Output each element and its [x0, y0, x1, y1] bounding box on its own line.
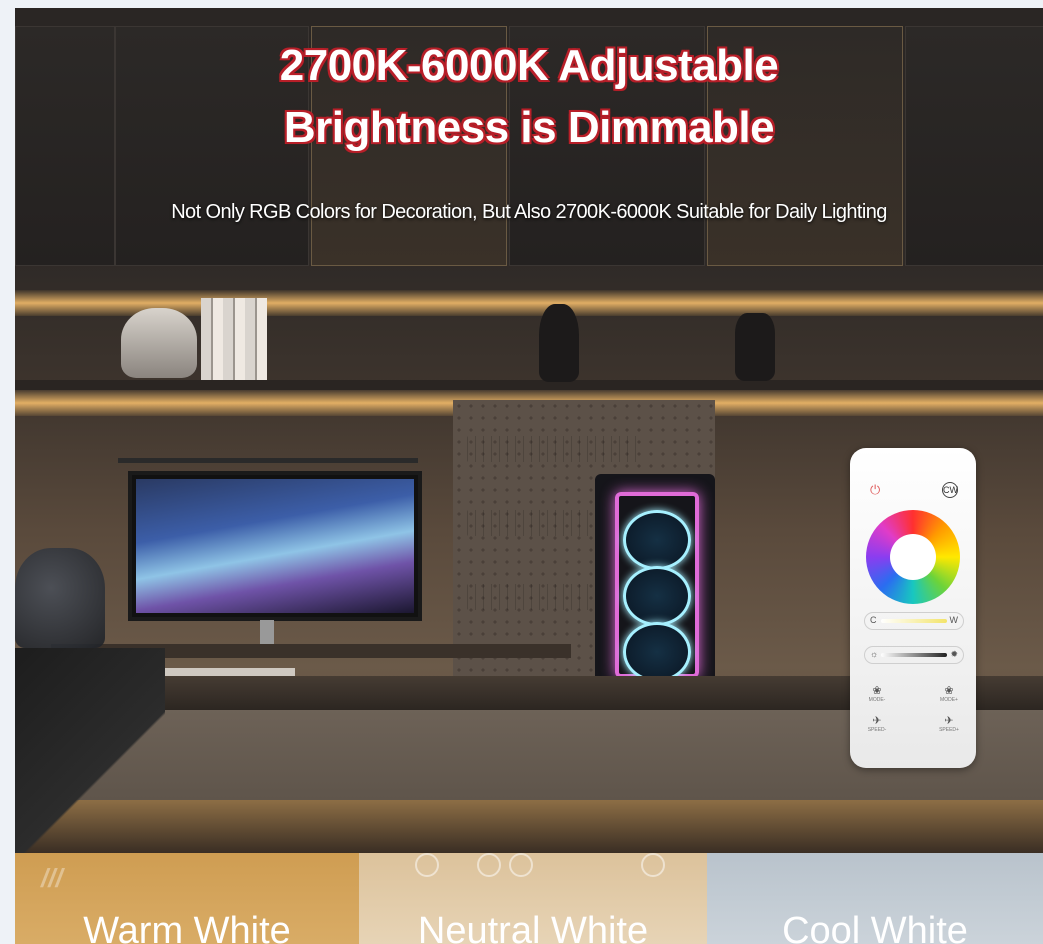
- fan-icon: [623, 566, 691, 626]
- bulb-icon: [477, 853, 501, 877]
- monitor-light-bar: [118, 458, 418, 463]
- brightness-slider: ☼ ✹: [864, 646, 964, 664]
- office-chair: [15, 648, 165, 853]
- speed-minus-button: ✈ SPEED-: [867, 715, 887, 733]
- keyboard-display: [467, 436, 643, 462]
- slider-label-c: C: [870, 615, 877, 625]
- neutral-white-label: Neutral White: [417, 910, 649, 944]
- headline-line1: 2700K-6000K Adjustable: [279, 41, 779, 90]
- color-wheel: [866, 510, 960, 604]
- light-rays-icon: ///: [41, 863, 63, 893]
- fan-icon: [623, 622, 691, 682]
- slider-label-w: W: [949, 615, 959, 625]
- mode-minus-button: ❀ MODE-: [868, 685, 886, 703]
- helmet-figurine: [121, 308, 197, 378]
- remote-control: ⏻ CW C W ☼ ✹ ❀ MODE- ❀ MODE+ ✈ SPEED- ✈ SPEE…: [850, 448, 976, 768]
- bulb-icon: [641, 853, 665, 877]
- floor-glow: [15, 800, 1043, 853]
- power-icon: ⏻: [870, 482, 881, 497]
- books: [201, 298, 267, 380]
- product-image: ⏻ CW C W ☼ ✹ ❀ MODE- ❀ MODE+ ✈ SPEED- ✈ SPEE…: [15, 8, 1043, 944]
- slider-track: [881, 619, 947, 623]
- room-scene: ⏻ CW C W ☼ ✹ ❀ MODE- ❀ MODE+ ✈ SPEED- ✈ SPEE…: [15, 8, 1043, 853]
- warm-white-panel: /// Warm White: [15, 853, 359, 944]
- cool-white-label: Cool White: [782, 910, 968, 944]
- monitor-screen: [136, 479, 414, 613]
- wall-shelf: [15, 380, 1043, 390]
- monitor: [128, 471, 422, 621]
- mode-plus-button: ❀ MODE+: [940, 685, 958, 703]
- fan-icon: [623, 510, 691, 570]
- speaker: [15, 548, 105, 648]
- neutral-white-panel: Neutral White: [359, 853, 707, 944]
- warm-white-label: Warm White: [83, 910, 291, 944]
- color-temp-slider: C W: [864, 612, 964, 630]
- pc-case: [595, 474, 715, 686]
- slider-track: [881, 653, 947, 657]
- bulb-icon: [509, 853, 533, 877]
- color-temperature-strip: /// Warm White Neutral White Cool White: [15, 853, 1043, 944]
- figurine: [735, 313, 775, 381]
- bulb-icon: [415, 853, 439, 877]
- cw-button: CW: [942, 482, 958, 498]
- headline-line2: Brightness is Dimmable: [283, 103, 775, 152]
- cool-white-panel: Cool White: [707, 853, 1043, 944]
- speed-plus-button: ✈ SPEED+: [939, 715, 959, 733]
- dim-icon: ☼: [870, 649, 879, 659]
- figurine: [539, 304, 579, 382]
- subheadline: Not Only RGB Colors for Decoration, But …: [171, 201, 887, 223]
- bright-icon: ✹: [950, 649, 958, 659]
